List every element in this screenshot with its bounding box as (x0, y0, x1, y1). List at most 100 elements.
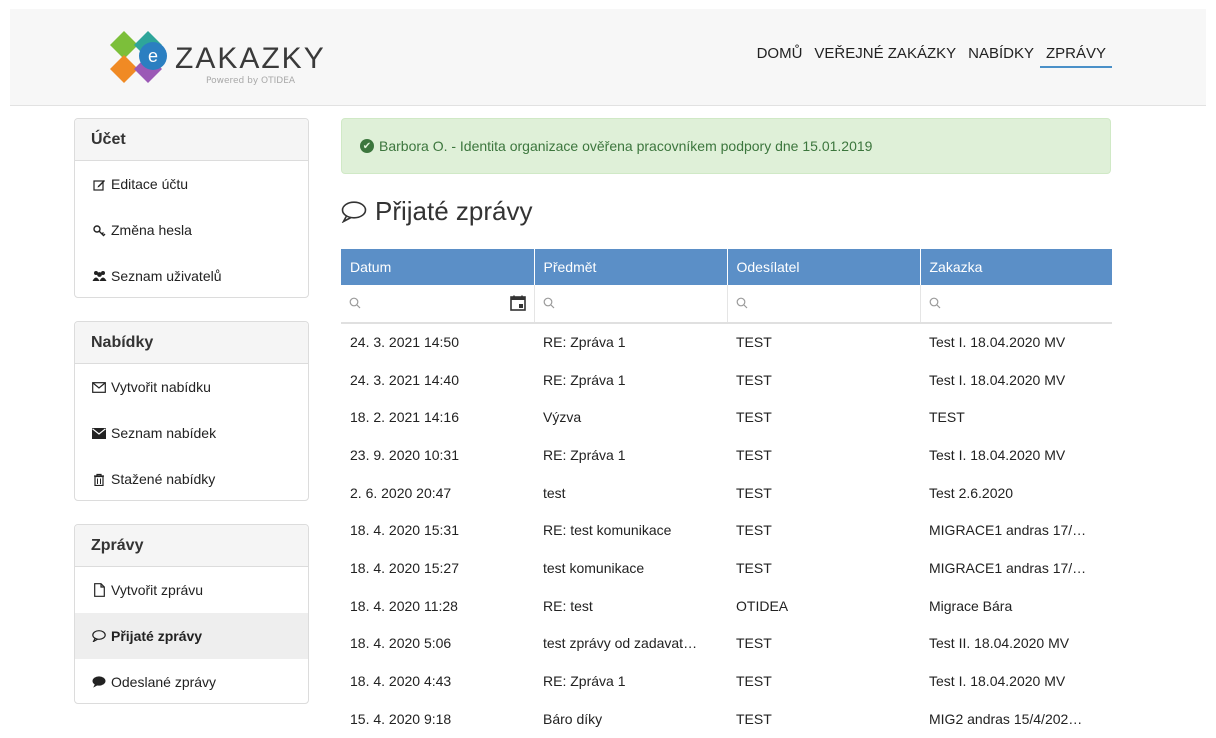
sidebar-item-offer-list[interactable]: Seznam nabídek (75, 410, 308, 456)
table-row[interactable]: 2. 6. 2020 20:47 test TEST Test 2.6.2020 (341, 474, 1112, 512)
cell-date: 23. 9. 2020 10:31 (350, 446, 459, 463)
messages-table: Datum Předmět Odesílatel Zakazka 24. 3. … (341, 249, 1112, 738)
column-header-subject[interactable]: Předmět (534, 249, 728, 285)
cell-tender: MIGRACE1 andras 17/… (929, 559, 1087, 576)
nav-home[interactable]: DOMŮ (751, 45, 809, 68)
cell-subject: RE: Zpráva 1 (543, 446, 626, 463)
key-icon (91, 224, 107, 237)
sidebar-item-label: Editace účtu (111, 176, 189, 192)
cell-subject: Výzva (543, 409, 582, 426)
cell-tender: MIG2 andras 15/4/202… (929, 710, 1083, 727)
search-icon (349, 297, 361, 309)
comment-outline-icon (91, 630, 107, 642)
cell-subject: RE: Zpráva 1 (543, 334, 626, 351)
nav-public-tenders[interactable]: VEŘEJNÉ ZAKÁZKY (808, 45, 962, 68)
sidebar-item-label: Seznam uživatelů (111, 268, 222, 284)
cell-date: 2. 6. 2020 20:47 (350, 484, 452, 501)
filter-row (341, 285, 1112, 324)
messages-panel: Zprávy Vytvořit zprávu Přijaté zprávy Od… (74, 524, 309, 704)
cell-date: 18. 2. 2021 14:16 (350, 409, 459, 426)
sidebar-item-change-password[interactable]: Změna hesla (75, 207, 308, 253)
file-icon (91, 583, 107, 597)
cell-date: 15. 4. 2020 9:18 (350, 710, 452, 727)
table-row[interactable]: 18. 4. 2020 4:43 RE: Zpráva 1 TEST Test I. … (341, 662, 1112, 700)
sidebar-item-create-message[interactable]: Vytvořit zprávu (75, 567, 308, 613)
table-row[interactable]: 23. 9. 2020 10:31 RE: Zpráva 1 TEST Test I.… (341, 436, 1112, 474)
cell-tender: TEST (929, 409, 965, 426)
sidebar-item-create-offer[interactable]: Vytvořit nabídku (75, 364, 308, 410)
column-header-sender[interactable]: Odesílatel (727, 249, 921, 285)
search-icon (736, 297, 748, 309)
cell-subject: test (543, 484, 566, 501)
main-nav: DOMŮ VEŘEJNÉ ZAKÁZKY NABÍDKY ZPRÁVY (751, 45, 1112, 68)
sidebar-item-label: Seznam nabídek (111, 425, 217, 441)
sidebar-item-sent-messages[interactable]: Odeslané zprávy (75, 659, 308, 705)
sidebar-item-label: Vytvořit nabídku (111, 379, 211, 395)
search-icon (929, 297, 941, 309)
top-header: e ZAKAZKY Powered by OTIDEA DOMŮ VEŘEJNÉ… (10, 9, 1206, 106)
page-title-text: Přijaté zprávy (375, 196, 533, 226)
offers-panel-title: Nabídky (75, 322, 308, 364)
sidebar-item-users[interactable]: Seznam uživatelů (75, 253, 308, 299)
cell-tender: Migrace Bára (929, 597, 1013, 614)
table-row[interactable]: 24. 3. 2021 14:50 RE: Zpráva 1 TEST Test I.… (341, 323, 1112, 361)
tender-filter[interactable] (920, 285, 1112, 324)
sender-filter[interactable] (727, 285, 921, 324)
table-row[interactable]: 18. 2. 2021 14:16 Výzva TEST TEST (341, 398, 1112, 436)
column-header-tender[interactable]: Zakazka (920, 249, 1112, 285)
cell-subject: test komunikace (543, 559, 645, 576)
cell-subject: test zprávy od zadavat… (543, 635, 698, 652)
account-panel: Účet Editace účtu Změna hesla Seznam uži… (74, 118, 309, 298)
search-icon (543, 297, 555, 309)
users-icon (91, 270, 107, 282)
cell-tender: MIGRACE1 andras 17/… (929, 522, 1087, 539)
logo[interactable]: e ZAKAZKY Powered by OTIDEA (102, 25, 324, 89)
date-filter[interactable] (341, 285, 535, 324)
cell-sender: TEST (736, 559, 772, 576)
brand-name: ZAKAZKY (175, 42, 326, 75)
verification-alert: ✔ Barbora O. - Identita organizace ověře… (341, 118, 1111, 174)
envelope-outline-icon (91, 381, 107, 393)
sidebar-item-label: Změna hesla (111, 222, 192, 238)
page-title: Přijaté zprávy (341, 196, 533, 227)
messages-panel-title: Zprávy (75, 525, 308, 567)
logo-letter: e (148, 46, 158, 66)
cell-date: 18. 4. 2020 15:27 (350, 559, 459, 576)
cell-date: 18. 4. 2020 11:28 (350, 597, 458, 614)
cell-sender: TEST (736, 710, 772, 727)
cell-sender: TEST (736, 635, 772, 652)
cell-sender: TEST (736, 446, 772, 463)
nav-offers[interactable]: NABÍDKY (962, 45, 1040, 68)
check-circle-icon: ✔ (360, 139, 374, 153)
table-row[interactable]: 18. 4. 2020 11:28 RE: test OTIDEA Migrace B… (341, 587, 1112, 625)
cell-sender: TEST (736, 673, 772, 690)
sidebar-item-received-messages[interactable]: Přijaté zprávy (75, 613, 308, 659)
account-panel-title: Účet (75, 119, 308, 161)
cell-subject: RE: test komunikace (543, 522, 672, 539)
cell-tender: Test I. 18.04.2020 MV (929, 673, 1066, 690)
sidebar-item-withdrawn-offers[interactable]: Stažené nabídky (75, 456, 308, 502)
cell-sender: TEST (736, 484, 772, 501)
table-header-row: Datum Předmět Odesílatel Zakazka (341, 249, 1112, 285)
table-row[interactable]: 24. 3. 2021 14:40 RE: Zpráva 1 TEST Test I.… (341, 361, 1112, 399)
table-row[interactable]: 18. 4. 2020 15:31 RE: test komunikace TEST… (341, 511, 1112, 549)
brand-tagline: Powered by OTIDEA (206, 76, 296, 86)
edit-icon (91, 178, 107, 191)
table-row[interactable]: 18. 4. 2020 15:27 test komunikace TEST MIGR… (341, 549, 1112, 587)
sidebar-item-label: Vytvořit zprávu (111, 582, 204, 598)
cell-date: 24. 3. 2021 14:50 (350, 334, 459, 351)
nav-messages[interactable]: ZPRÁVY (1039, 45, 1112, 68)
table-row[interactable]: 15. 4. 2020 9:18 Báro díky TEST MIG2 andras… (341, 700, 1112, 738)
table-row[interactable]: 18. 4. 2020 5:06 test zprávy od zadavat… T… (341, 625, 1112, 663)
cell-sender: TEST (736, 334, 772, 351)
alert-text: Barbora O. - Identita organizace ověřena… (379, 138, 873, 154)
cell-date: 18. 4. 2020 5:06 (350, 635, 452, 652)
cell-subject: RE: test (543, 597, 593, 614)
calendar-icon[interactable] (509, 295, 526, 314)
subject-filter[interactable] (534, 285, 728, 324)
trash-icon (91, 473, 107, 486)
column-header-date[interactable]: Datum (341, 249, 535, 285)
sidebar-item-edit-account[interactable]: Editace účtu (75, 161, 308, 207)
cell-date: 18. 4. 2020 4:43 (350, 673, 452, 690)
cell-subject: RE: Zpráva 1 (543, 673, 626, 690)
